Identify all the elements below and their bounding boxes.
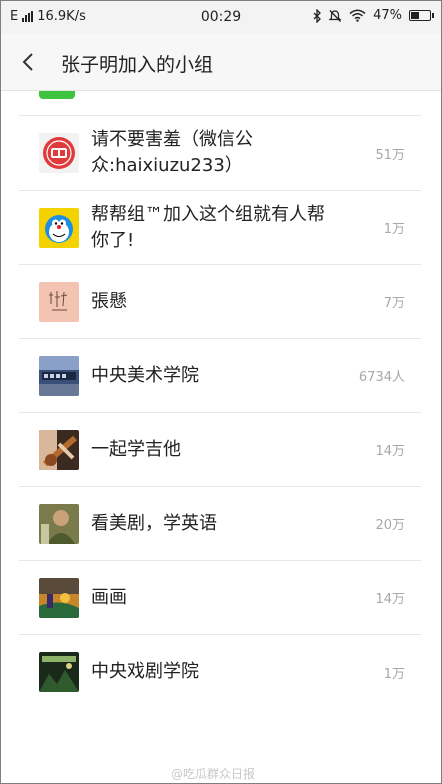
group-avatar — [39, 207, 79, 248]
mute-icon — [328, 9, 342, 22]
group-item[interactable]: 張懸 7万 — [19, 265, 421, 339]
battery-percent: 47% — [373, 8, 402, 23]
bluetooth-icon — [313, 8, 322, 23]
battery-icon — [409, 10, 434, 21]
group-item[interactable]: 帮帮组™加入这个组就有人帮你了! 1万 — [19, 191, 421, 265]
group-avatar — [39, 281, 79, 322]
group-name: 中央戏剧学院 — [91, 661, 199, 682]
group-item[interactable]: 中央美术学院 6734人 — [19, 339, 421, 413]
phone-screen: E 16.9K/s 00:29 47% 张子明加入的小组 请不要害羞（微信公众:… — [0, 0, 442, 784]
group-member-count: 6734人 — [358, 370, 405, 385]
group-name: 请不要害羞（微信公众:haixiuzu233） — [91, 129, 253, 176]
list-item-partial[interactable] — [19, 91, 421, 116]
group-avatar — [39, 133, 79, 173]
back-button[interactable] — [13, 47, 43, 77]
group-member-count: 14万 — [375, 444, 405, 459]
watermark-text: @吃瓜群众日报 — [171, 767, 256, 781]
group-member-count: 14万 — [375, 592, 405, 607]
group-item[interactable]: 中央戏剧学院 1万 — [19, 635, 421, 709]
group-name: 中央美术学院 — [91, 364, 199, 386]
group-name: 張懸 — [91, 290, 127, 312]
group-name: 画画 — [91, 586, 127, 608]
status-bar: E 16.9K/s 00:29 47% — [1, 1, 441, 34]
group-member-count: 1万 — [383, 666, 405, 682]
group-avatar — [39, 355, 79, 396]
group-avatar — [39, 503, 79, 544]
app-header: 张子明加入的小组 — [1, 34, 441, 91]
group-avatar-partial — [39, 91, 75, 99]
group-member-count: 7万 — [383, 296, 405, 311]
chevron-left-icon — [22, 53, 33, 71]
group-avatar — [39, 652, 79, 692]
group-member-count: 51万 — [375, 147, 405, 163]
group-item[interactable]: 一起学吉他 14万 — [19, 413, 421, 487]
group-member-count: 1万 — [383, 222, 405, 237]
wifi-icon — [349, 9, 366, 22]
group-list[interactable]: 请不要害羞（微信公众:haixiuzu233） 51万 帮帮组™加入这个组就有人… — [19, 91, 421, 709]
group-name: 看美剧，学英语 — [91, 512, 217, 534]
group-item[interactable]: 看美剧，学英语 20万 — [19, 487, 421, 561]
battery-level-fill — [411, 12, 419, 19]
group-item[interactable]: 请不要害羞（微信公众:haixiuzu233） 51万 — [19, 116, 421, 191]
group-member-count: 20万 — [375, 518, 405, 533]
group-avatar — [39, 577, 79, 618]
page-title: 张子明加入的小组 — [61, 54, 214, 76]
group-name: 一起学吉他 — [91, 438, 181, 460]
group-avatar — [39, 429, 79, 470]
group-name: 帮帮组™加入这个组就有人帮你了! — [91, 203, 325, 251]
group-item[interactable]: 画画 14万 — [19, 561, 421, 635]
